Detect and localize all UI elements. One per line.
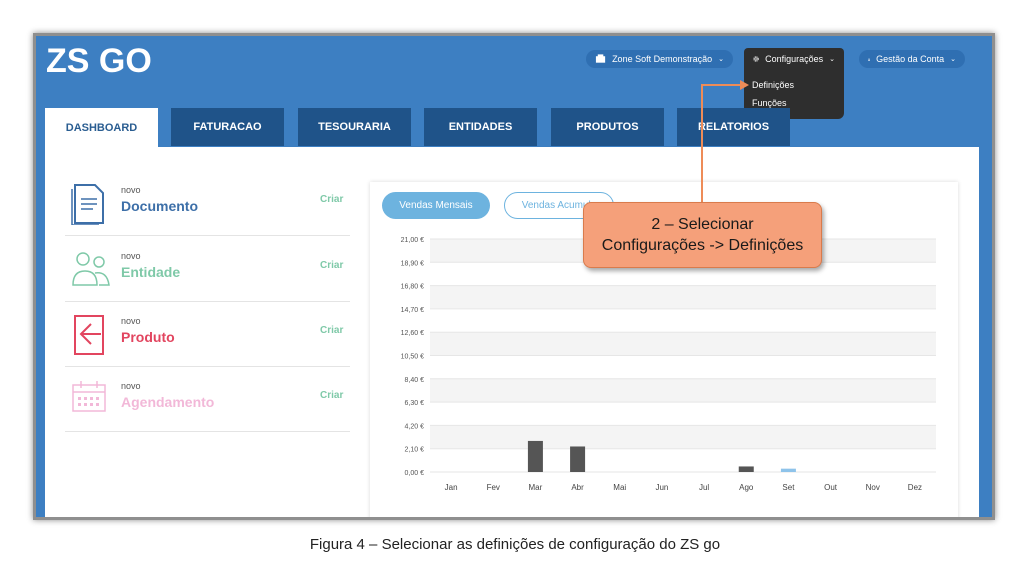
bar[interactable]	[738, 466, 754, 472]
grid-band	[430, 402, 936, 426]
account-label: Gestão da Conta	[876, 54, 945, 64]
grid-band	[430, 378, 936, 403]
bar[interactable]	[570, 446, 586, 472]
sales-bar-chart: 0,00 € 2,10 € 4,20 € 6,30 € 8,40 € 10,50 € 12,…	[401, 237, 936, 492]
produto-label: Produto	[121, 329, 175, 345]
company-selector-button[interactable]: Zone Soft Demonstração ⌄	[586, 50, 733, 68]
create-agendamento[interactable]: novo Agendamento Criar	[65, 367, 350, 432]
grid-band	[430, 425, 936, 449]
x-tick-label: Jan	[445, 483, 458, 492]
users-icon	[72, 252, 110, 286]
criar-link[interactable]: Criar	[320, 390, 343, 401]
novo-label: novo	[121, 251, 141, 261]
bar[interactable]	[527, 440, 543, 472]
tab-faturacao[interactable]: FATURACAO	[171, 108, 284, 146]
tab-relatorios[interactable]: RELATORIOS	[677, 108, 790, 146]
x-tick-label: Out	[824, 483, 838, 492]
x-tick-label: Jul	[699, 483, 709, 492]
callout-line-2: Configurações -> Definições	[601, 237, 804, 254]
tab-vendas-mensais[interactable]: Vendas Mensais	[382, 192, 490, 219]
y-tick-label: 18,90 €	[401, 260, 424, 267]
y-tick-label: 12,60 €	[401, 330, 424, 337]
create-entidade[interactable]: novo Entidade Criar	[65, 237, 350, 302]
x-tick-label: Mar	[529, 483, 543, 492]
screenshot-frame: ZS GO Zone Soft Demonstração ⌄ Configura…	[33, 33, 995, 520]
y-tick-label: 14,70 €	[401, 307, 424, 314]
product-icon	[74, 315, 104, 355]
tab-dashboard[interactable]: DASHBOARD	[45, 108, 158, 148]
x-tick-label: Abr	[571, 483, 584, 492]
y-tick-label: 0,00 €	[405, 470, 425, 477]
x-tick-label: Fev	[487, 483, 500, 492]
documento-label: Documento	[121, 198, 198, 214]
gear-icon	[753, 56, 759, 62]
x-tick-label: Ago	[739, 483, 754, 492]
y-tick-label: 4,20 €	[405, 423, 425, 430]
account-button[interactable]: Gestão da Conta ⌄	[859, 50, 965, 68]
create-produto[interactable]: novo Produto Criar	[65, 302, 350, 367]
grid-band	[430, 285, 936, 309]
calendar-icon	[72, 381, 106, 412]
figure-caption: Figura 4 – Selecionar as definições de c…	[309, 536, 721, 553]
tab-entidades[interactable]: ENTIDADES	[424, 108, 537, 146]
y-tick-label: 21,00 €	[401, 237, 424, 244]
chevron-down-icon: ⌄	[718, 56, 724, 63]
chevron-down-icon: ⌄	[950, 56, 956, 63]
bar[interactable]	[780, 468, 796, 472]
x-tick-label: Nov	[866, 483, 880, 492]
annotation-callout: 2 – Selecionar Configurações -> Definiçõ…	[583, 202, 822, 268]
callout-line-1: 2 – Selecionar	[651, 216, 754, 233]
y-tick-label: 2,10 €	[405, 447, 425, 454]
app-window: ZS GO Zone Soft Demonstração ⌄ Configura…	[36, 36, 992, 517]
y-tick-label: 6,30 €	[405, 400, 425, 407]
shop-icon	[595, 54, 606, 63]
grid-band	[430, 355, 936, 379]
criar-link[interactable]: Criar	[320, 194, 343, 205]
grid-band	[430, 308, 936, 333]
grid-band	[430, 448, 936, 472]
configuracoes-label: Configurações	[765, 54, 824, 64]
chevron-down-icon: ⌄	[829, 56, 835, 63]
company-name: Zone Soft Demonstração	[612, 54, 713, 64]
x-tick-label: Jun	[655, 483, 668, 492]
zs-go-logo[interactable]: ZS GO	[46, 38, 176, 83]
x-tick-label: Dez	[908, 483, 922, 492]
y-tick-label: 16,80 €	[401, 284, 424, 291]
dashboard-content: novo Documento Criar novo Entidade Criar	[45, 147, 979, 517]
logo-text: ZS GO	[46, 42, 152, 78]
grid-band	[430, 332, 936, 356]
create-documento[interactable]: novo Documento Criar	[65, 171, 350, 236]
novo-label: novo	[121, 185, 141, 195]
criar-link[interactable]: Criar	[320, 260, 343, 271]
y-tick-label: 10,50 €	[401, 354, 424, 361]
criar-link[interactable]: Criar	[320, 325, 343, 336]
y-tick-label: 8,40 €	[405, 377, 425, 384]
menu-item-definicoes[interactable]: Definições	[752, 78, 844, 96]
x-tick-label: Set	[782, 483, 795, 492]
tab-produtos[interactable]: PRODUTOS	[551, 108, 664, 146]
tab-tesouraria[interactable]: TESOURARIA	[298, 108, 411, 146]
novo-label: novo	[121, 316, 141, 326]
document-icon	[71, 184, 104, 225]
entidade-label: Entidade	[121, 264, 181, 280]
novo-label: novo	[121, 381, 141, 391]
user-icon	[868, 57, 871, 61]
x-tick-label: Mai	[613, 483, 626, 492]
configuracoes-button[interactable]: Configurações ⌄	[744, 48, 844, 70]
agendamento-label: Agendamento	[121, 394, 215, 410]
